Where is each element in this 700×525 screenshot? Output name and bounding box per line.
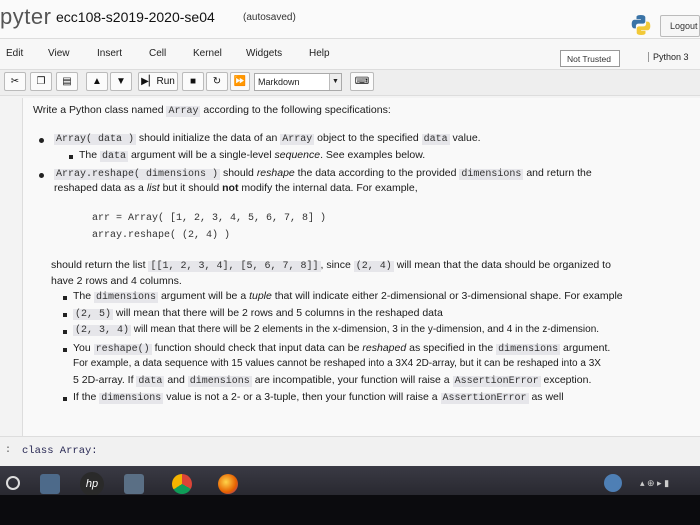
copy-icon: ❐ xyxy=(36,76,46,87)
cell-type-select[interactable]: Markdown ▼ xyxy=(254,73,342,91)
return-paragraph: should return the list [[1, 2, 3, 4], [5… xyxy=(51,259,611,272)
menu-insert[interactable]: Insert xyxy=(97,48,122,59)
menu-view[interactable]: View xyxy=(48,48,70,59)
notebook-header: pyter ecc108-s2019-2020-se04 (autosaved)… xyxy=(0,0,700,38)
bullet-icon xyxy=(63,313,67,317)
app-icon[interactable] xyxy=(40,474,60,494)
interrupt-button[interactable]: ■ xyxy=(182,72,204,91)
list-item-data-arg: The data argument will be a single-level… xyxy=(79,149,426,162)
screen-bezel xyxy=(0,495,700,525)
example-code-line: arr = Array( [1, 2, 3, 4, 5, 6, 7, 8] ) xyxy=(92,213,327,224)
autosave-status: (autosaved) xyxy=(243,12,296,23)
intro-paragraph: Write a Python class named Array accordi… xyxy=(33,104,391,117)
restart-icon: ↻ xyxy=(212,76,222,87)
logout-button[interactable]: Logout xyxy=(660,15,700,37)
code-cell[interactable]: : class Array: xyxy=(0,436,700,466)
bullet-icon xyxy=(63,296,67,300)
menu-edit[interactable]: Edit xyxy=(6,48,23,59)
bullet-icon xyxy=(69,155,73,159)
markdown-cell[interactable]: Write a Python class named Array accordi… xyxy=(22,98,700,436)
fast-forward-icon: ⏩ xyxy=(233,76,247,87)
paste-button[interactable]: ▤ xyxy=(56,72,78,91)
status-area-icon[interactable]: ▴ ⊕ ▸ ▮ xyxy=(640,478,688,490)
list-item-check: You reshape() function should check that… xyxy=(73,342,611,355)
restart-button[interactable]: ↻ xyxy=(206,72,228,91)
toolbar: ✂ ❐ ▤ ▲ ▼ ▶▏Run ■ ↻ ⏩ Markdown ▼ ⌨ xyxy=(0,70,700,96)
jupyter-brand[interactable]: pyter xyxy=(0,4,51,30)
list-item-init: Array( data ) should initialize the data… xyxy=(54,132,481,145)
menu-cell[interactable]: Cell xyxy=(149,48,166,59)
return-paragraph-cont: have 2 rows and 4 columns. xyxy=(51,275,182,287)
list-item-check-cont: 5 2D-array. If data and dimensions are i… xyxy=(73,374,592,387)
restart-run-all-button[interactable]: ⏩ xyxy=(230,72,250,91)
firefox-icon[interactable] xyxy=(218,474,238,494)
system-tray-icon[interactable] xyxy=(604,474,622,492)
keyboard-icon: ⌨ xyxy=(354,76,370,87)
menu-widgets[interactable]: Widgets xyxy=(246,48,282,59)
menu-kernel[interactable]: Kernel xyxy=(193,48,222,59)
bullet-icon xyxy=(39,173,44,178)
move-down-button[interactable]: ▼ xyxy=(110,72,132,91)
code-cell-source[interactable]: class Array: xyxy=(22,445,98,457)
menu-help[interactable]: Help xyxy=(309,48,330,59)
list-item-2d-example: (2, 5) will mean that there will be 2 ro… xyxy=(73,307,443,320)
bullet-icon xyxy=(39,138,44,143)
list-item-3d-example: (2, 3, 4) will mean that there will be 2… xyxy=(73,324,600,336)
move-up-button[interactable]: ▲ xyxy=(86,72,108,91)
list-item-check-cont: For example, a data sequence with 15 val… xyxy=(73,358,601,369)
hp-icon[interactable]: hp xyxy=(80,472,104,496)
not-trusted-button[interactable]: Not Trusted xyxy=(560,50,620,67)
bullet-icon xyxy=(63,330,67,334)
chevron-down-icon: ▼ xyxy=(329,74,341,90)
run-label: Run xyxy=(156,76,175,87)
list-item-reshape: Array.reshape( dimensions ) should resha… xyxy=(54,167,592,180)
stop-icon: ■ xyxy=(189,76,197,87)
paste-icon: ▤ xyxy=(62,76,72,87)
cut-button[interactable]: ✂ xyxy=(4,72,26,91)
python-logo-icon xyxy=(631,15,651,35)
cell-prompt: : xyxy=(5,445,12,456)
run-button[interactable]: ▶▏Run xyxy=(138,72,178,91)
cut-icon: ✂ xyxy=(10,76,20,87)
command-palette-button[interactable]: ⌨ xyxy=(350,72,374,91)
chrome-icon[interactable] xyxy=(172,474,192,494)
copy-button[interactable]: ❐ xyxy=(30,72,52,91)
bullet-icon xyxy=(63,348,67,352)
menu-bar: Edit View Insert Cell Kernel Widgets Hel… xyxy=(0,38,700,70)
files-icon[interactable] xyxy=(124,474,144,494)
arrow-up-icon: ▲ xyxy=(92,76,102,87)
bullet-icon xyxy=(63,397,67,401)
run-icon: ▶▏ xyxy=(141,76,157,87)
launcher-icon[interactable] xyxy=(6,476,20,490)
notebook-name[interactable]: ecc108-s2019-2020-se04 xyxy=(56,9,215,25)
arrow-down-icon: ▼ xyxy=(116,76,126,87)
list-item-reshape-cont: reshaped data as a list but it should no… xyxy=(54,182,418,194)
list-item-dimensions: The dimensions argument will be a tuple … xyxy=(73,290,623,303)
kernel-indicator: Python 3 xyxy=(648,52,689,62)
cell-type-value: Markdown xyxy=(258,77,300,87)
list-item-tuple-check: If the dimensions value is not a 2- or a… xyxy=(73,391,564,404)
example-code-line: array.reshape( (2, 4) ) xyxy=(92,230,231,241)
